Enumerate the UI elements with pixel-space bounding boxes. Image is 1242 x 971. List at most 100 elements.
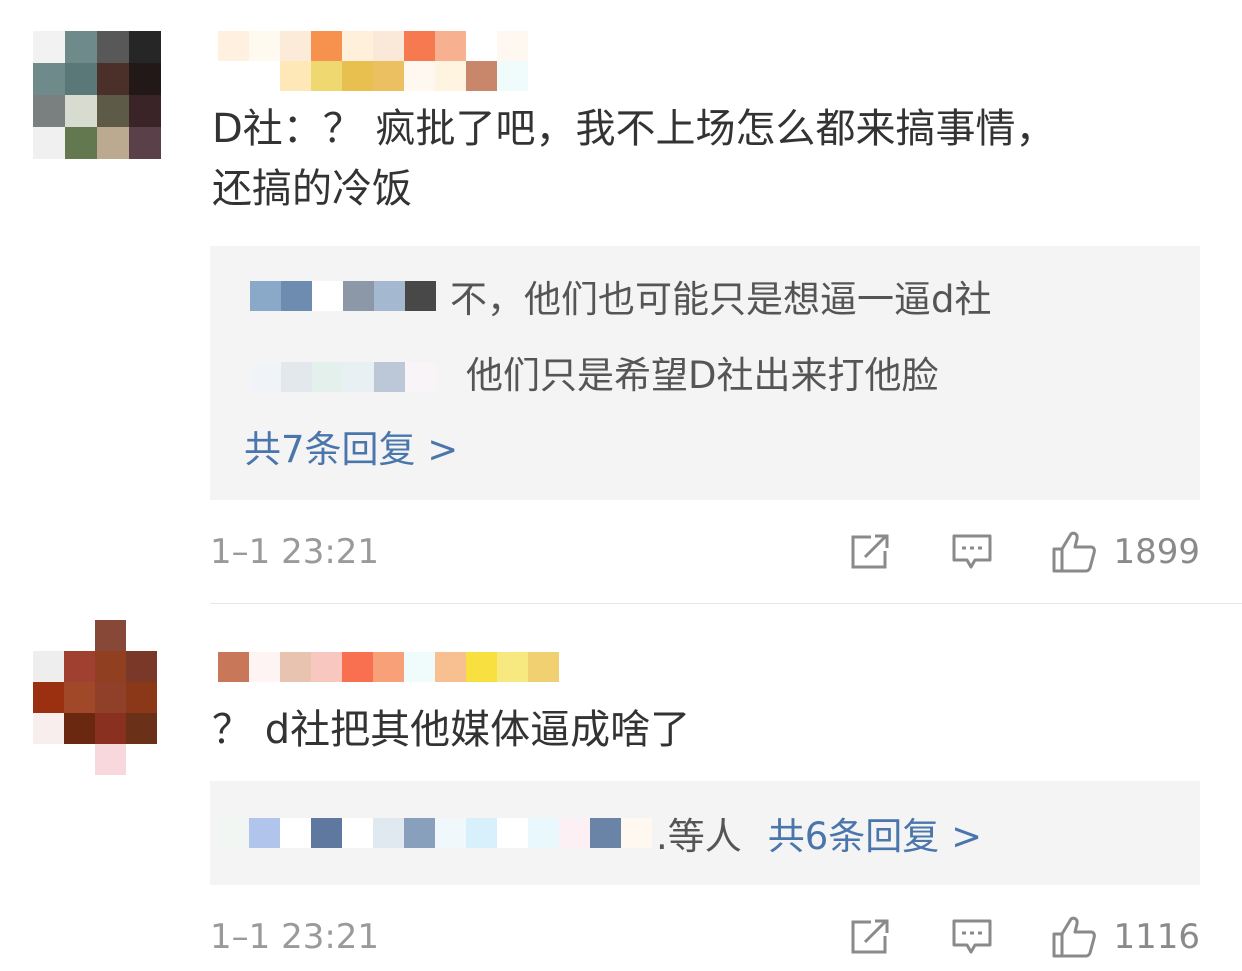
mosaic-pixel [249,818,280,848]
mosaic-pixel [95,682,126,713]
mosaic-pixel [218,31,249,61]
mosaic-pixel [528,652,559,682]
mosaic-pixel [342,818,373,848]
mosaic-pixel [126,651,157,682]
comment-icon [952,919,992,954]
mosaic-pixel [280,818,311,848]
mosaic-pixel [497,31,528,61]
mosaic-pixel [373,818,404,848]
comment-meta: 1–1 23:21 1116 [210,907,1200,967]
like-count: 1899 [1113,532,1200,572]
username[interactable] [218,31,530,91]
mosaic-pixel [65,31,97,63]
reply-item[interactable]: 他们只是希望D社出来打他脸 [250,344,939,400]
avatar[interactable] [33,620,157,775]
username[interactable] [218,652,590,682]
mosaic-pixel [280,31,311,61]
reply-username[interactable] [250,352,436,392]
mosaic-pixel [342,61,373,91]
mosaic-pixel [249,652,280,682]
mosaic-pixel [311,31,342,61]
mosaic-pixel [33,651,64,682]
mosaic-pixel [97,31,129,63]
more-replies-link[interactable]: 共7条回复 > [244,418,458,474]
repost-button[interactable] [849,533,891,571]
mosaic-pixel [249,31,280,61]
mosaic-pixel [311,61,342,91]
mosaic-pixel [33,127,65,159]
mosaic-pixel [33,620,64,651]
mosaic-pixel [343,281,374,311]
mosaic-pixel [218,652,249,682]
mosaic-pixel [97,127,129,159]
share-icon [851,534,889,569]
more-replies-link[interactable]: 共6条回复 > [768,806,982,860]
mosaic-pixel [559,818,590,848]
mosaic-pixel [33,713,64,744]
reply-item[interactable]: 不，他们也可能只是想逼一逼d社 [250,268,992,324]
mosaic-pixel [280,61,311,91]
reply-box[interactable]: .等人 共6条回复 > [210,781,1200,885]
mosaic-pixel [342,31,373,61]
mosaic-pixel [497,818,528,848]
mosaic-pixel [435,61,466,91]
reply-box[interactable]: 不，他们也可能只是想逼一逼d社 他们只是希望D社出来打他脸 共7条回复 > [210,246,1200,500]
mosaic-pixel [126,682,157,713]
mosaic-pixel [466,61,497,91]
reply-summary-text: .等人 [656,815,742,858]
mosaic-pixel [435,818,466,848]
mosaic-pixel [33,95,65,127]
like-button[interactable]: 1116 [1051,915,1200,959]
thumbs-up-icon [1052,916,1097,958]
mosaic-pixel [343,362,374,392]
divider [210,603,1242,604]
mosaic-pixel [466,31,497,61]
like-button[interactable]: 1899 [1051,530,1200,574]
reply-username[interactable] [250,281,436,311]
comment-button[interactable] [951,533,993,571]
mosaic-pixel [95,620,126,651]
mosaic-pixel [33,31,65,63]
repost-button[interactable] [849,918,891,956]
mosaic-pixel [64,744,95,775]
mosaic-pixel [312,281,343,311]
mosaic-pixel [250,281,281,311]
mosaic-pixel [64,651,95,682]
mosaic-pixel [250,362,281,392]
reply-summary[interactable]: .等人 共6条回复 > [210,805,982,861]
mosaic-pixel [466,652,497,682]
comment-text: D社：？ 疯批了吧，我不上场怎么都来搞事情， 还搞的冷饭 [212,99,1056,219]
mosaic-pixel [435,31,466,61]
mosaic-pixel [249,61,280,91]
mosaic-pixel [129,95,161,127]
mosaic-pixel [95,651,126,682]
mosaic-pixel [64,713,95,744]
mosaic-pixel [97,95,129,127]
mosaic-pixel [126,620,157,651]
mosaic-pixel [405,362,436,392]
mosaic-pixel [404,652,435,682]
mosaic-pixel [95,713,126,744]
mosaic-pixel [129,31,161,63]
mosaic-pixel [373,31,404,61]
comment-icon [952,534,992,569]
reply-usernames[interactable] [210,818,652,848]
mosaic-pixel [218,818,249,848]
mosaic-pixel [311,818,342,848]
more-replies-label: 共7条回复 > [244,428,459,471]
mosaic-pixel [95,744,126,775]
mosaic-pixel [281,362,312,392]
mosaic-pixel [590,818,621,848]
mosaic-pixel [404,31,435,61]
thumbs-up-icon [1052,531,1097,573]
mosaic-pixel [374,281,405,311]
mosaic-pixel [404,61,435,91]
mosaic-pixel [374,362,405,392]
avatar[interactable] [33,31,161,159]
comment-text-line: ？ d社把其他媒体逼成啥了 [212,707,691,753]
mosaic-pixel [621,818,652,848]
comment-button[interactable] [951,918,993,956]
mosaic-pixel [33,63,65,95]
mosaic-pixel [528,818,559,848]
mosaic-pixel [497,61,528,91]
